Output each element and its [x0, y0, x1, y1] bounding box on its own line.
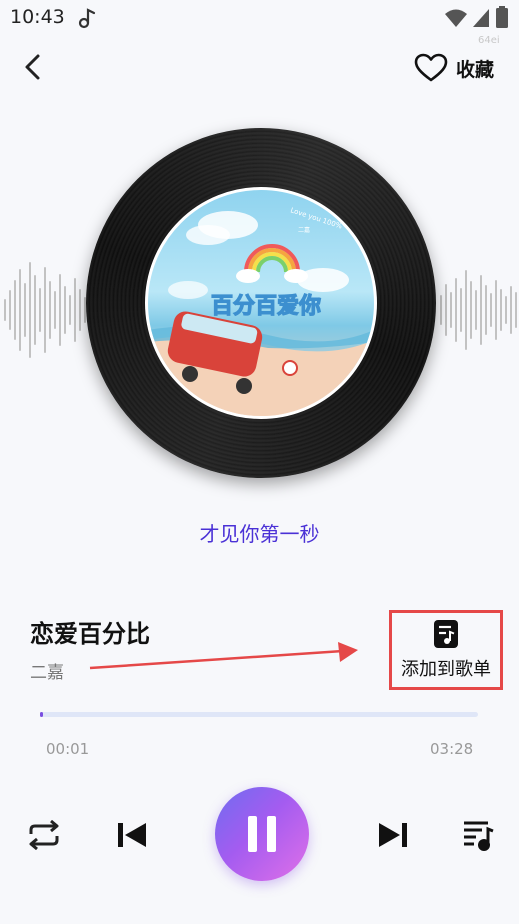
cover-art-caption: 二嘉: [298, 226, 310, 234]
waveform-bar: [4, 299, 6, 321]
waveform-bar: [34, 275, 36, 345]
music-note-icon: [78, 8, 96, 29]
waveform-bar: [450, 292, 452, 328]
waveform-bar: [49, 281, 51, 339]
battery-icon: [496, 6, 508, 28]
waveform-bar: [9, 290, 11, 330]
heart-outline-icon: [414, 53, 448, 82]
add-to-playlist-button[interactable]: 添加到歌单: [389, 610, 503, 690]
next-button[interactable]: [373, 815, 413, 855]
waveform-bar: [490, 293, 492, 327]
waveform-bar: [460, 288, 462, 332]
previous-button[interactable]: [112, 815, 152, 855]
waveform-bar: [505, 296, 507, 324]
waveform-bar: [69, 295, 71, 325]
playlist-note-icon: [434, 620, 458, 648]
waveform-bar: [515, 292, 517, 328]
waveform-bar: [475, 290, 477, 330]
queue-music-icon: [464, 821, 494, 851]
favorite-button[interactable]: 收藏: [414, 50, 494, 86]
waveform-bar: [440, 295, 442, 325]
back-button[interactable]: [20, 52, 48, 82]
watermark-text: 64ei: [478, 35, 500, 46]
waveform-bar: [54, 291, 56, 329]
waveform-bar: [14, 280, 16, 340]
waveform-bar: [485, 285, 487, 335]
audio-waveform-right: [440, 255, 519, 365]
add-to-playlist-label: 添加到歌单: [401, 659, 491, 680]
play-pause-button[interactable]: [215, 787, 309, 881]
waveform-bar: [480, 275, 482, 345]
waveform-bar: [455, 278, 457, 342]
current-lyric: 才见你第一秒: [199, 522, 320, 546]
skip-previous-icon: [118, 823, 146, 847]
album-cover-art: 百分百爱你 Love you 100% 二嘉: [145, 187, 377, 419]
chevron-left-icon: [25, 54, 40, 80]
waveform-bar: [500, 289, 502, 331]
progress-fill: [40, 712, 43, 717]
waveform-bar: [465, 270, 467, 350]
song-artist: 二嘉: [30, 663, 64, 683]
annotation-arrow: [89, 642, 358, 670]
progress-track[interactable]: [40, 712, 478, 717]
total-time: 03:28: [430, 740, 474, 758]
waveform-bar: [59, 274, 61, 346]
wifi-icon: [445, 9, 467, 27]
waveform-bar: [29, 262, 31, 358]
pause-icon: [248, 816, 276, 852]
waveform-bar: [495, 280, 497, 340]
waveform-bar: [470, 281, 472, 339]
waveform-bar: [24, 283, 26, 337]
signal-icon: [473, 9, 489, 27]
waveform-bar: [74, 278, 76, 342]
favorite-label: 收藏: [456, 58, 495, 81]
current-time: 00:01: [46, 740, 90, 758]
waveform-bar: [510, 286, 512, 334]
playlist-button[interactable]: [458, 815, 498, 855]
repeat-icon: [29, 820, 59, 850]
waveform-bar: [39, 288, 41, 332]
cover-art-title: 百分百爱你: [211, 294, 321, 319]
waveform-bar: [79, 289, 81, 331]
skip-next-icon: [379, 823, 407, 847]
status-time: 10:43: [10, 6, 65, 28]
waveform-bar: [64, 286, 66, 334]
repeat-button[interactable]: [24, 815, 64, 855]
waveform-bar: [44, 267, 46, 353]
waveform-bar: [445, 284, 447, 336]
waveform-bar: [19, 269, 21, 351]
